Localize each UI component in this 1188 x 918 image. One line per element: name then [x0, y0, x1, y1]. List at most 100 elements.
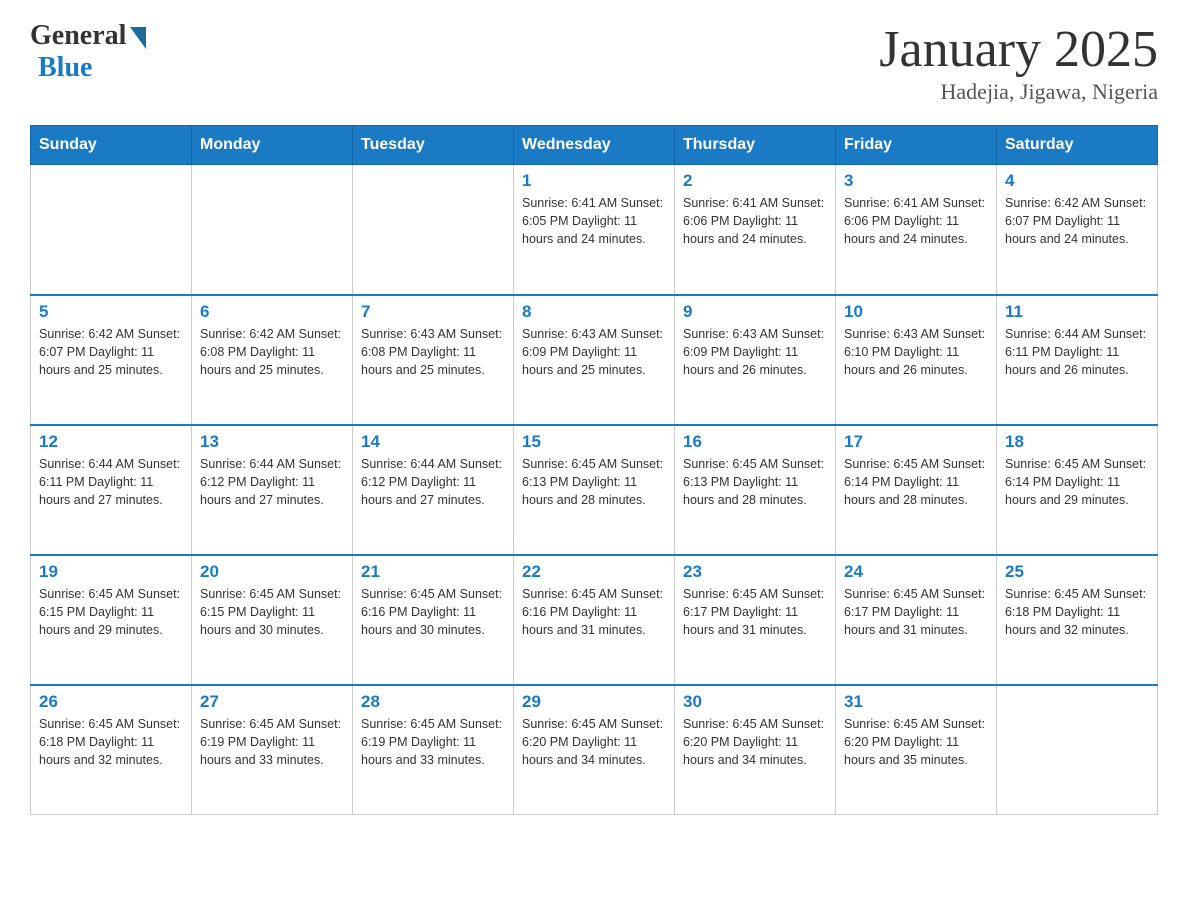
day-number: 17	[844, 432, 988, 452]
calendar-cell: 16Sunrise: 6:45 AM Sunset: 6:13 PM Dayli…	[675, 425, 836, 555]
logo-triangle-icon	[130, 27, 146, 49]
day-number: 5	[39, 302, 183, 322]
day-info: Sunrise: 6:42 AM Sunset: 6:08 PM Dayligh…	[200, 325, 344, 379]
day-info: Sunrise: 6:45 AM Sunset: 6:15 PM Dayligh…	[200, 585, 344, 639]
day-info: Sunrise: 6:45 AM Sunset: 6:14 PM Dayligh…	[844, 455, 988, 509]
calendar-cell: 20 Sunrise: 6:45 AM Sunset: 6:15 PM Dayli…	[192, 555, 353, 685]
calendar-cell: 31 Sunrise: 6:45 AM Sunset: 6:20 PM Dayli…	[836, 685, 997, 815]
day-number: 8	[522, 302, 666, 322]
calendar-cell: 6 Sunrise: 6:42 AM Sunset: 6:08 PM Daylig…	[192, 295, 353, 425]
calendar-cell: 11Sunrise: 6:44 AM Sunset: 6:11 PM Dayli…	[997, 295, 1158, 425]
day-info: Sunrise: 6:42 AM Sunset: 6:07 PM Dayligh…	[39, 325, 183, 379]
calendar-cell: 15 Sunrise: 6:45 AM Sunset: 6:13 PM Dayli…	[514, 425, 675, 555]
calendar-cell: 26Sunrise: 6:45 AM Sunset: 6:18 PM Dayli…	[31, 685, 192, 815]
day-number: 12	[39, 432, 183, 452]
day-info: Sunrise: 6:45 AM Sunset: 6:20 PM Dayligh…	[844, 715, 988, 769]
day-info: Sunrise: 6:45 AM Sunset: 6:16 PM Dayligh…	[361, 585, 505, 639]
day-number: 31	[844, 692, 988, 712]
calendar-week-3: 12 Sunrise: 6:44 AM Sunset: 6:11 PM Dayli…	[31, 425, 1158, 555]
day-header-wednesday: Wednesday	[514, 126, 675, 165]
day-number: 20	[200, 562, 344, 582]
day-info: Sunrise: 6:45 AM Sunset: 6:17 PM Dayligh…	[844, 585, 988, 639]
day-info: Sunrise: 6:45 AM Sunset: 6:15 PM Dayligh…	[39, 585, 183, 639]
calendar-cell: 17 Sunrise: 6:45 AM Sunset: 6:14 PM Dayli…	[836, 425, 997, 555]
calendar-cell: 13Sunrise: 6:44 AM Sunset: 6:12 PM Dayli…	[192, 425, 353, 555]
calendar-cell	[31, 165, 192, 295]
calendar-cell: 22 Sunrise: 6:45 AM Sunset: 6:16 PM Dayli…	[514, 555, 675, 685]
calendar-cell: 19 Sunrise: 6:45 AM Sunset: 6:15 PM Dayli…	[31, 555, 192, 685]
day-number: 16	[683, 432, 827, 452]
day-info: Sunrise: 6:43 AM Sunset: 6:09 PM Dayligh…	[522, 325, 666, 379]
day-number: 24	[844, 562, 988, 582]
calendar-week-5: 26Sunrise: 6:45 AM Sunset: 6:18 PM Dayli…	[31, 685, 1158, 815]
day-number: 11	[1005, 302, 1149, 322]
calendar-cell: 25Sunrise: 6:45 AM Sunset: 6:18 PM Dayli…	[997, 555, 1158, 685]
calendar-cell: 27Sunrise: 6:45 AM Sunset: 6:19 PM Dayli…	[192, 685, 353, 815]
calendar-table: SundayMondayTuesdayWednesdayThursdayFrid…	[30, 125, 1158, 815]
day-number: 26	[39, 692, 183, 712]
calendar-cell: 3 Sunrise: 6:41 AM Sunset: 6:06 PM Daylig…	[836, 165, 997, 295]
calendar-cell: 12 Sunrise: 6:44 AM Sunset: 6:11 PM Dayli…	[31, 425, 192, 555]
day-header-thursday: Thursday	[675, 126, 836, 165]
logo: General Blue	[30, 20, 146, 84]
day-info: Sunrise: 6:45 AM Sunset: 6:20 PM Dayligh…	[683, 715, 827, 769]
day-info: Sunrise: 6:43 AM Sunset: 6:10 PM Dayligh…	[844, 325, 988, 379]
calendar-body: 1Sunrise: 6:41 AM Sunset: 6:05 PM Daylig…	[31, 165, 1158, 815]
calendar-cell: 18 Sunrise: 6:45 AM Sunset: 6:14 PM Dayli…	[997, 425, 1158, 555]
day-number: 7	[361, 302, 505, 322]
calendar-cell: 10Sunrise: 6:43 AM Sunset: 6:10 PM Dayli…	[836, 295, 997, 425]
calendar-cell: 30 Sunrise: 6:45 AM Sunset: 6:20 PM Dayli…	[675, 685, 836, 815]
day-header-monday: Monday	[192, 126, 353, 165]
day-number: 28	[361, 692, 505, 712]
day-header-sunday: Sunday	[31, 126, 192, 165]
day-info: Sunrise: 6:44 AM Sunset: 6:11 PM Dayligh…	[39, 455, 183, 509]
day-number: 29	[522, 692, 666, 712]
calendar-cell	[192, 165, 353, 295]
day-info: Sunrise: 6:41 AM Sunset: 6:06 PM Dayligh…	[683, 194, 827, 248]
calendar-cell: 29Sunrise: 6:45 AM Sunset: 6:20 PM Dayli…	[514, 685, 675, 815]
day-info: Sunrise: 6:42 AM Sunset: 6:07 PM Dayligh…	[1005, 194, 1149, 248]
day-number: 1	[522, 171, 666, 191]
calendar-cell: 5 Sunrise: 6:42 AM Sunset: 6:07 PM Daylig…	[31, 295, 192, 425]
day-number: 13	[200, 432, 344, 452]
day-info: Sunrise: 6:45 AM Sunset: 6:19 PM Dayligh…	[361, 715, 505, 769]
day-number: 2	[683, 171, 827, 191]
day-number: 23	[683, 562, 827, 582]
calendar-cell: 28 Sunrise: 6:45 AM Sunset: 6:19 PM Dayli…	[353, 685, 514, 815]
day-info: Sunrise: 6:45 AM Sunset: 6:16 PM Dayligh…	[522, 585, 666, 639]
day-number: 15	[522, 432, 666, 452]
day-info: Sunrise: 6:45 AM Sunset: 6:14 PM Dayligh…	[1005, 455, 1149, 509]
calendar-week-1: 1Sunrise: 6:41 AM Sunset: 6:05 PM Daylig…	[31, 165, 1158, 295]
day-number: 21	[361, 562, 505, 582]
calendar-cell	[353, 165, 514, 295]
day-info: Sunrise: 6:41 AM Sunset: 6:06 PM Dayligh…	[844, 194, 988, 248]
day-number: 4	[1005, 171, 1149, 191]
day-info: Sunrise: 6:45 AM Sunset: 6:13 PM Dayligh…	[522, 455, 666, 509]
day-number: 22	[522, 562, 666, 582]
calendar-cell: 24 Sunrise: 6:45 AM Sunset: 6:17 PM Dayli…	[836, 555, 997, 685]
day-number: 3	[844, 171, 988, 191]
calendar-cell: 4 Sunrise: 6:42 AM Sunset: 6:07 PM Daylig…	[997, 165, 1158, 295]
calendar-cell	[997, 685, 1158, 815]
calendar-week-2: 5 Sunrise: 6:42 AM Sunset: 6:07 PM Daylig…	[31, 295, 1158, 425]
calendar-cell: 7 Sunrise: 6:43 AM Sunset: 6:08 PM Daylig…	[353, 295, 514, 425]
day-info: Sunrise: 6:44 AM Sunset: 6:12 PM Dayligh…	[361, 455, 505, 509]
location-title: Hadejia, Jigawa, Nigeria	[879, 79, 1158, 105]
calendar-cell: 23Sunrise: 6:45 AM Sunset: 6:17 PM Dayli…	[675, 555, 836, 685]
day-number: 30	[683, 692, 827, 712]
day-number: 9	[683, 302, 827, 322]
calendar-cell: 1Sunrise: 6:41 AM Sunset: 6:05 PM Daylig…	[514, 165, 675, 295]
day-number: 19	[39, 562, 183, 582]
day-info: Sunrise: 6:43 AM Sunset: 6:09 PM Dayligh…	[683, 325, 827, 379]
day-info: Sunrise: 6:43 AM Sunset: 6:08 PM Dayligh…	[361, 325, 505, 379]
calendar-cell: 8 Sunrise: 6:43 AM Sunset: 6:09 PM Daylig…	[514, 295, 675, 425]
day-number: 6	[200, 302, 344, 322]
day-header-tuesday: Tuesday	[353, 126, 514, 165]
day-info: Sunrise: 6:45 AM Sunset: 6:19 PM Dayligh…	[200, 715, 344, 769]
logo-general-text: General	[30, 20, 126, 52]
day-number: 25	[1005, 562, 1149, 582]
page-header: General Blue January 2025 Hadejia, Jigaw…	[30, 20, 1158, 105]
logo-blue-text: Blue	[38, 52, 92, 84]
day-number: 18	[1005, 432, 1149, 452]
day-header-saturday: Saturday	[997, 126, 1158, 165]
